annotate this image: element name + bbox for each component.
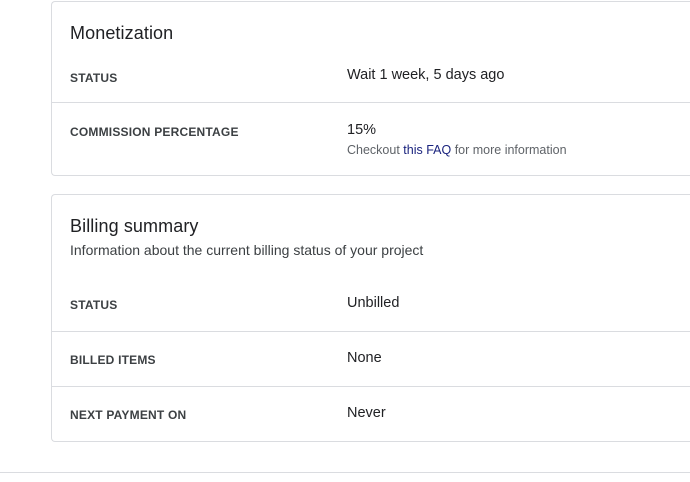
status-value: Wait 1 week, 5 days ago [347, 67, 505, 83]
billing-summary-card: Billing summary Information about the cu… [51, 194, 690, 442]
billed-items-row: BILLED ITEMS None [52, 331, 690, 387]
page: Monetization STATUS Wait 1 week, 5 days … [0, 0, 690, 482]
next-payment-row: NEXT PAYMENT ON Never [52, 386, 690, 442]
next-payment-value: Never [347, 405, 386, 421]
commission-value: 15% [347, 122, 377, 138]
monetization-status-row: STATUS Wait 1 week, 5 days ago [52, 54, 690, 102]
monetization-card: Monetization STATUS Wait 1 week, 5 days … [51, 1, 690, 176]
billing-status-value: Unbilled [347, 295, 400, 311]
commission-note: Checkout this FAQ for more information [347, 143, 567, 157]
status-label: STATUS [70, 71, 118, 85]
next-payment-label: NEXT PAYMENT ON [70, 408, 187, 422]
billing-status-label: STATUS [70, 298, 118, 312]
billing-subtitle: Information about the current billing st… [70, 242, 424, 258]
billed-items-value: None [347, 350, 382, 366]
faq-link[interactable]: this FAQ [403, 143, 451, 157]
bottom-divider [0, 472, 690, 473]
billing-title: Billing summary [70, 216, 199, 236]
billing-status-row: STATUS Unbilled [52, 277, 690, 331]
monetization-title: Monetization [70, 23, 174, 43]
commission-row: COMMISSION PERCENTAGE 15% Checkout this … [52, 102, 690, 177]
billed-items-label: BILLED ITEMS [70, 353, 156, 367]
note-prefix: Checkout [347, 143, 404, 157]
note-suffix: for more information [451, 143, 567, 157]
commission-label: COMMISSION PERCENTAGE [70, 125, 239, 139]
